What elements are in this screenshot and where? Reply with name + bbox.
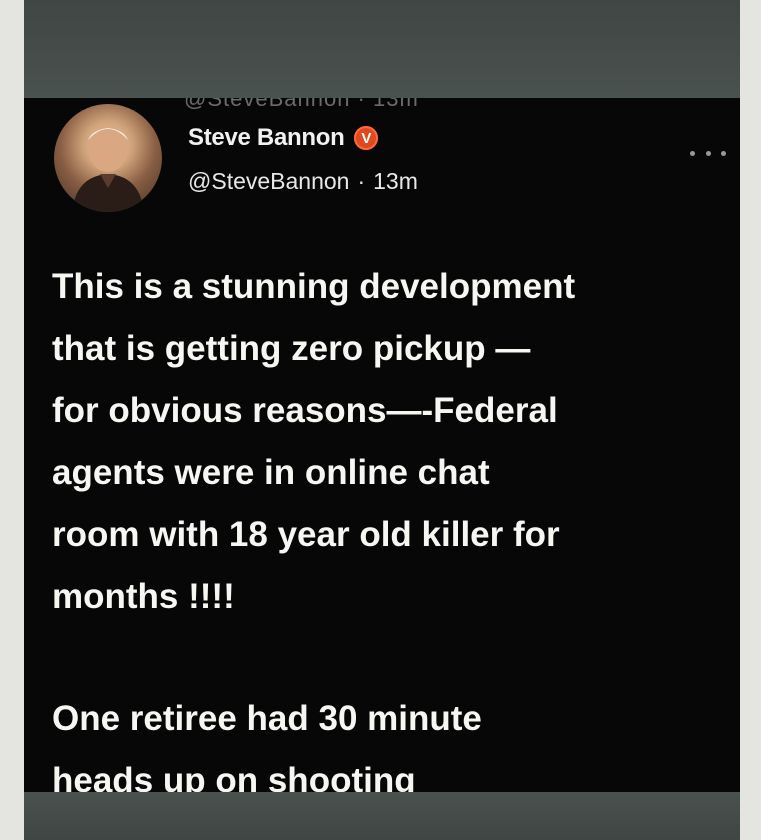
author-handle[interactable]: @SteveBannon [188,168,349,194]
meta-separator: · [357,168,366,194]
more-dots-icon[interactable] [690,146,726,160]
author-name[interactable]: Steve Bannon [188,124,345,152]
verified-badge-icon: V [354,126,379,150]
dot [721,150,726,156]
dot [690,150,695,156]
post-paragraph-2: One retiree had 30 minute heads up on sh… [52,699,482,792]
tweet-screen: @SteveBannon · 13m Steve Bannon V @Steve… [24,98,740,792]
monitor-bottom-bezel [24,792,740,840]
post-paragraph-1: This is a stunning development that is g… [52,267,576,616]
avatar[interactable] [54,104,162,212]
post-time[interactable]: 13m [373,168,418,194]
cutoff-header-text: @SteveBannon · 13m [184,98,419,111]
author-name-row: Steve Bannon V [188,124,379,152]
post-body: This is a stunning development that is g… [52,256,732,792]
author-meta: @SteveBannon · 13m [188,168,418,195]
photo-frame: @SteveBannon · 13m Steve Bannon V @Steve… [0,0,761,840]
profile-photo-icon [72,124,144,212]
dot [705,150,711,156]
monitor-top-bezel [24,0,740,98]
